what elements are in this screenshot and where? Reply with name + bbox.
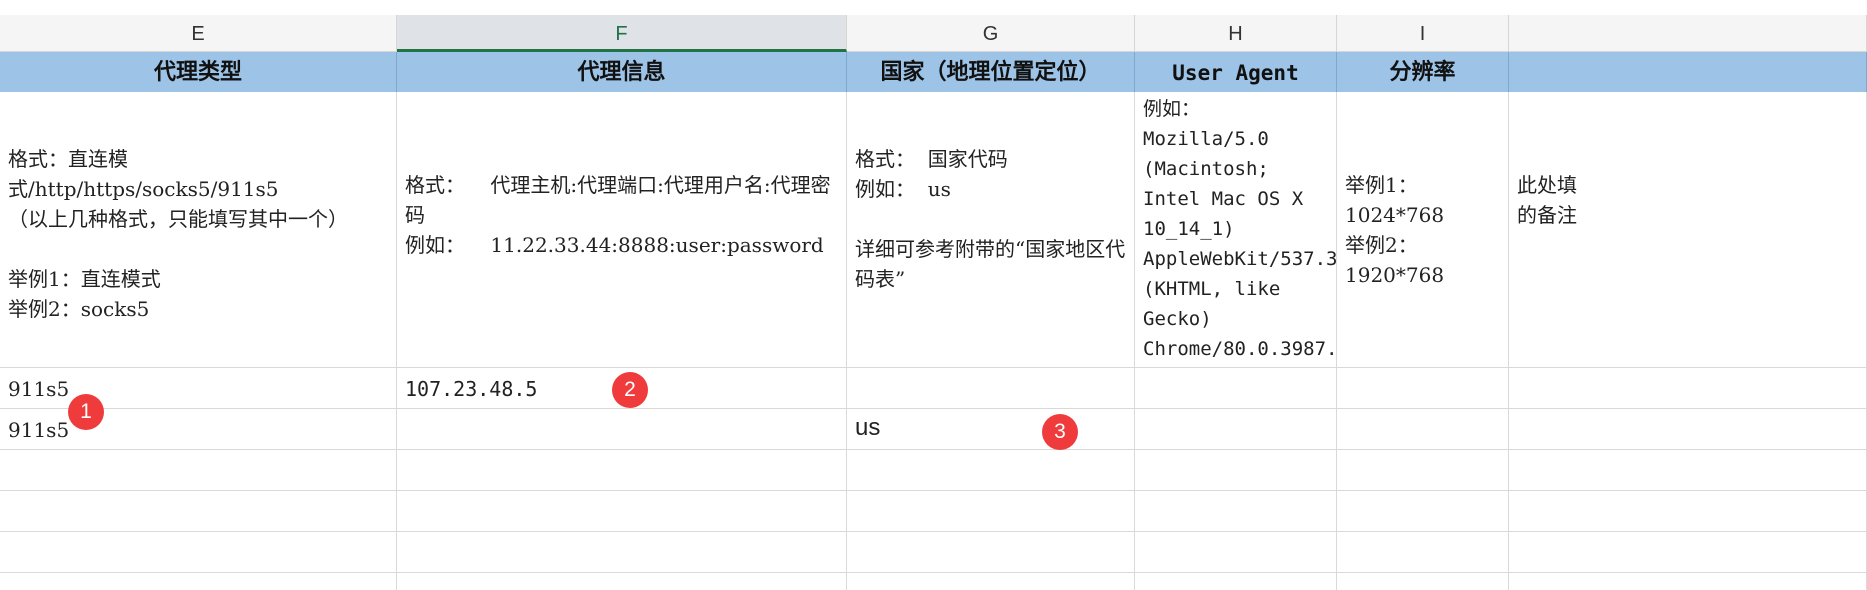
cell-row2-resolution[interactable] bbox=[1337, 409, 1509, 450]
cell-title-proxy-info[interactable]: 代理信息 bbox=[397, 52, 847, 92]
cell-row2-user-agent[interactable] bbox=[1135, 409, 1337, 450]
desc-country-text: 格式： 国家代码 例如： us 详细可参考附带的“国家地区代码表” bbox=[855, 147, 1126, 291]
cell-desc-user-agent[interactable]: 例如： Mozilla/5.0 (Macintosh; Intel Mac OS… bbox=[1135, 92, 1337, 368]
cell-row1-resolution[interactable] bbox=[1337, 368, 1509, 409]
cell-title-country[interactable]: 国家（地理位置定位） bbox=[847, 52, 1135, 92]
row1-proxy-type-value: 911s5 bbox=[8, 377, 70, 401]
empty-cell[interactable] bbox=[847, 491, 1135, 532]
cell-row1-extra[interactable] bbox=[1509, 368, 1867, 409]
cell-desc-extra[interactable]: 此处填 的备注 bbox=[1509, 92, 1867, 368]
empty-cell[interactable] bbox=[1135, 532, 1337, 573]
empty-cell[interactable] bbox=[1337, 450, 1509, 491]
column-header-bar: E F G H I bbox=[0, 15, 1867, 52]
empty-cell[interactable] bbox=[0, 450, 397, 491]
cell-title-proxy-type[interactable]: 代理类型 bbox=[0, 52, 397, 92]
cell-title-resolution[interactable]: 分辨率 bbox=[1337, 52, 1509, 92]
desc-extra-text: 此处填 的备注 bbox=[1517, 173, 1577, 227]
column-header-i[interactable]: I bbox=[1337, 15, 1509, 51]
desc-resolution-text: 举例1：1024*768 举例2：1920*768 bbox=[1345, 173, 1445, 287]
column-header-g[interactable]: G bbox=[847, 15, 1135, 51]
title-row: 代理类型 代理信息 国家（地理位置定位） User Agent 分辨率 bbox=[0, 52, 1867, 92]
empty-cell[interactable] bbox=[1509, 532, 1867, 573]
cell-desc-proxy-info[interactable]: 格式： 代理主机:代理端口:代理用户名:代理密码 例如： 11.22.33.44… bbox=[397, 92, 847, 368]
empty-cell[interactable] bbox=[397, 573, 847, 590]
row1-proxy-info-value: 107.23.48.5 bbox=[405, 377, 538, 401]
row2-country-value: us bbox=[855, 414, 881, 441]
empty-cell[interactable] bbox=[847, 450, 1135, 491]
empty-cell[interactable] bbox=[397, 450, 847, 491]
row2-proxy-type-value: 911s5 bbox=[8, 418, 70, 442]
cell-title-user-agent[interactable]: User Agent bbox=[1135, 52, 1337, 92]
column-header-f[interactable]: F bbox=[397, 15, 847, 52]
desc-user-agent-text: 例如： Mozilla/5.0 (Macintosh; Intel Mac OS… bbox=[1143, 98, 1337, 360]
desc-proxy-type-text: 格式：直连模式/http/https/socks5/911s5 （以上几种格式，… bbox=[8, 147, 348, 321]
column-header-j[interactable] bbox=[1509, 15, 1867, 51]
cell-row1-user-agent[interactable] bbox=[1135, 368, 1337, 409]
cell-row2-country[interactable]: us bbox=[847, 409, 1135, 450]
empty-cell[interactable] bbox=[1509, 573, 1867, 590]
cell-row2-extra[interactable] bbox=[1509, 409, 1867, 450]
empty-cell[interactable] bbox=[0, 532, 397, 573]
spreadsheet: E F G H I 代理类型 代理信息 国家（地理位置定位） User Agen… bbox=[0, 0, 1867, 590]
cell-desc-resolution[interactable]: 举例1：1024*768 举例2：1920*768 bbox=[1337, 92, 1509, 368]
empty-cell[interactable] bbox=[1337, 573, 1509, 590]
empty-cell[interactable] bbox=[397, 532, 847, 573]
cell-title-extra[interactable] bbox=[1509, 52, 1867, 92]
empty-cell[interactable] bbox=[847, 573, 1135, 590]
annotation-badge-3: 3 bbox=[1042, 414, 1078, 450]
cell-desc-country[interactable]: 格式： 国家代码 例如： us 详细可参考附带的“国家地区代码表” bbox=[847, 92, 1135, 368]
cell-row2-proxy-info[interactable] bbox=[397, 409, 847, 450]
desc-proxy-info-text: 格式： 代理主机:代理端口:代理用户名:代理密码 例如： 11.22.33.44… bbox=[405, 173, 831, 257]
cell-desc-proxy-type[interactable]: 格式：直连模式/http/https/socks5/911s5 （以上几种格式，… bbox=[0, 92, 397, 368]
empty-cell[interactable] bbox=[0, 573, 397, 590]
empty-cell[interactable] bbox=[1509, 491, 1867, 532]
annotation-badge-2: 2 bbox=[612, 372, 648, 408]
empty-cell[interactable] bbox=[1135, 450, 1337, 491]
empty-cell[interactable] bbox=[1135, 491, 1337, 532]
column-header-h[interactable]: H bbox=[1135, 15, 1337, 51]
cell-row2-proxy-type[interactable]: 911s5 bbox=[0, 409, 397, 450]
empty-cell[interactable] bbox=[1337, 491, 1509, 532]
cell-row1-country[interactable] bbox=[847, 368, 1135, 409]
empty-cell[interactable] bbox=[847, 532, 1135, 573]
empty-cell[interactable] bbox=[1135, 573, 1337, 590]
column-header-e[interactable]: E bbox=[0, 15, 397, 51]
empty-cell[interactable] bbox=[397, 491, 847, 532]
empty-cell[interactable] bbox=[1337, 532, 1509, 573]
empty-cell[interactable] bbox=[1509, 450, 1867, 491]
cell-row1-proxy-type[interactable]: 911s5 bbox=[0, 368, 397, 409]
annotation-badge-1: 1 bbox=[68, 394, 104, 430]
empty-cell[interactable] bbox=[0, 491, 397, 532]
